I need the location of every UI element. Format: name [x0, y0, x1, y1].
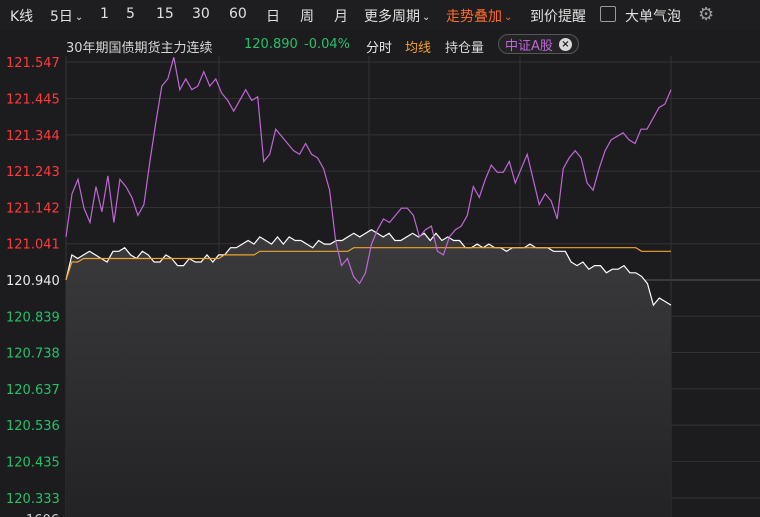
- kline-tab[interactable]: K线: [10, 6, 33, 26]
- close-icon[interactable]: ×: [558, 37, 572, 51]
- y-tick-label: 120.940: [6, 274, 60, 289]
- big-order-bubble-checkbox[interactable]: [600, 6, 616, 22]
- chevron-down-icon: ⌄: [74, 12, 84, 23]
- more-periods-label: 更多周期: [364, 9, 420, 25]
- period-15m-tab[interactable]: 15: [156, 6, 174, 22]
- info-bar: 30年期国债期货主力连续 120.890 -0.04% 分时 均线 持仓量 中证…: [0, 34, 760, 56]
- y-tick-label: 121.547: [6, 56, 60, 71]
- chevron-down-icon: ⌄: [504, 12, 513, 23]
- timeshare-legend[interactable]: 分时: [366, 37, 392, 56]
- more-periods-dropdown[interactable]: 更多周期 ⌄: [364, 6, 430, 26]
- y-tick-label: 121.344: [6, 129, 60, 144]
- price-alert-button[interactable]: 到价提醒: [530, 6, 586, 26]
- overlay-tag[interactable]: 中证A股 ×: [498, 34, 579, 54]
- instrument-name: 30年期国债期货主力连续: [66, 41, 213, 56]
- y-tick-label: 120.536: [6, 419, 60, 434]
- toolbar: K线 5日 ⌄ 1 5 15 30 60 日 周 月 更多周期 ⌄ 走势叠加 ⌄ 到价…: [0, 0, 760, 30]
- y-tick-label: 120.839: [6, 310, 60, 325]
- y-tick-label: 120.637: [6, 383, 60, 398]
- y-tick-label: 121.041: [6, 238, 60, 253]
- chevron-down-icon: ⌄: [422, 12, 431, 23]
- big-order-bubble-label[interactable]: 大单气泡: [625, 6, 681, 26]
- y-tick-label: 120.333: [6, 492, 60, 507]
- last-price: 120.890: [244, 37, 298, 52]
- y-tick-label: 121.142: [6, 201, 60, 216]
- period-30m-tab[interactable]: 30: [192, 6, 210, 22]
- y-tick-label: 120.435: [6, 455, 60, 470]
- gear-icon[interactable]: ⚙: [698, 4, 714, 25]
- period-month-tab[interactable]: 月: [334, 6, 348, 26]
- trend-overlay-label: 走势叠加: [446, 9, 502, 25]
- period-week-tab[interactable]: 周: [300, 6, 314, 26]
- period-day-tab[interactable]: 日: [266, 6, 280, 26]
- trend-overlay-dropdown[interactable]: 走势叠加 ⌄: [446, 6, 512, 26]
- period-60m-tab[interactable]: 60: [229, 6, 247, 22]
- volume-axis-label: 1606: [26, 513, 59, 517]
- y-tick-label: 121.445: [6, 93, 60, 108]
- period-5m-tab[interactable]: 5: [126, 6, 135, 22]
- y-tick-label: 121.243: [6, 165, 60, 180]
- avg-line-legend[interactable]: 均线: [405, 37, 431, 56]
- change-percent: -0.04%: [304, 37, 350, 52]
- price-chart: 121.547 121.445 121.344 121.243 121.142 121.0…: [6, 56, 760, 517]
- open-interest-legend[interactable]: 持仓量: [445, 37, 484, 56]
- y-tick-label: 120.738: [6, 347, 60, 362]
- period-5d-label: 5日: [50, 9, 73, 25]
- price-area: [66, 229, 671, 517]
- overlay-tag-label: 中证A股: [505, 38, 553, 54]
- period-5d-dropdown[interactable]: 5日 ⌄: [50, 6, 83, 26]
- period-1m-tab[interactable]: 1: [100, 6, 109, 22]
